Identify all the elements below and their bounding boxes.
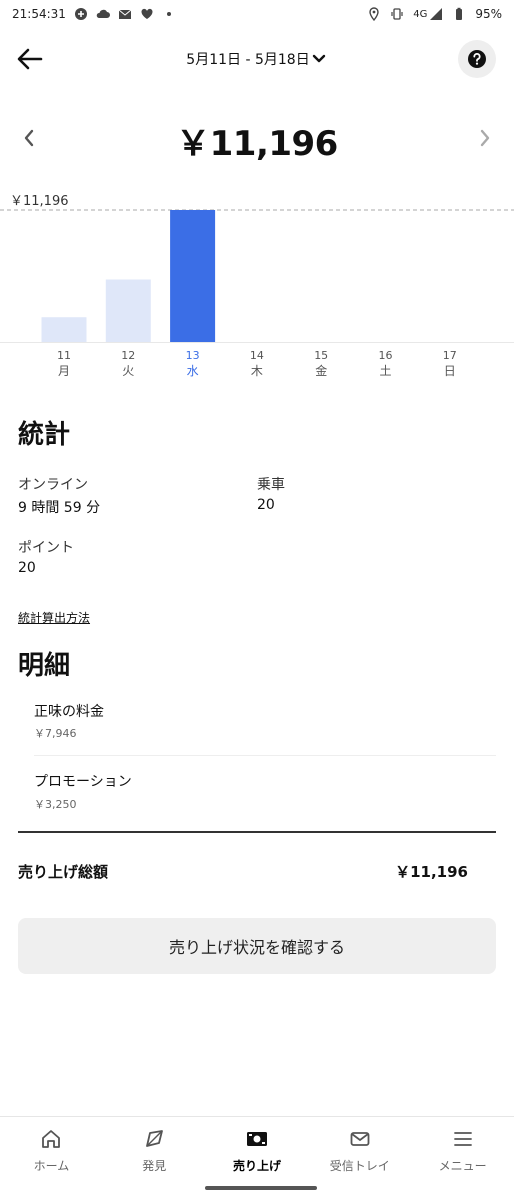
divider xyxy=(34,755,496,756)
breakdown-item-value: ￥3,250 xyxy=(34,798,77,811)
rides-value: 20 xyxy=(257,497,275,513)
mail-icon xyxy=(118,9,132,19)
x-tick-day: 12 xyxy=(121,349,135,362)
battery-level: 95% xyxy=(475,7,502,21)
status-time: 21:54:31 xyxy=(12,7,66,21)
rides-label: 乗車 xyxy=(257,477,285,493)
chart-bar[interactable] xyxy=(170,210,216,342)
breakdown-item-label: プロモーション xyxy=(34,774,132,790)
x-tick-weekday: 月 xyxy=(58,364,70,378)
x-tick-weekday: 金 xyxy=(315,363,327,378)
breakdown-title: 明細 xyxy=(18,651,71,681)
nav-label: ホーム xyxy=(33,1159,70,1173)
stats-method-link[interactable]: 統計算出方法 xyxy=(18,609,90,626)
total-earnings: ￥11,196 xyxy=(176,124,338,164)
view-earnings-status-button[interactable]: 売り上げ状況を確認する xyxy=(18,918,496,974)
nav-home[interactable]: ホーム xyxy=(0,1117,103,1178)
x-tick-weekday: 土 xyxy=(379,364,391,378)
daily-earnings-chart: ￥11,196 11 月 12 火 13 水 14 木 15 金 16 土 17 日 xyxy=(0,188,514,383)
nav-menu[interactable]: メニュー xyxy=(411,1117,514,1178)
max-value-label: ￥11,196 xyxy=(10,194,69,209)
battery-icon xyxy=(456,7,463,20)
chart-bar[interactable] xyxy=(41,317,87,342)
nav-inbox[interactable]: 受信トレイ xyxy=(308,1117,411,1178)
x-tick-day: 16 xyxy=(379,349,393,362)
x-tick-day: 15 xyxy=(314,349,328,362)
chevron-right-icon xyxy=(480,129,490,147)
chart-bar[interactable] xyxy=(105,279,151,342)
heart-icon xyxy=(141,8,153,19)
signal-icon xyxy=(430,8,443,20)
network-type: 4G xyxy=(413,8,428,20)
home-indicator xyxy=(205,1186,317,1190)
x-tick-day: 14 xyxy=(250,349,264,362)
header: 5月11日 - 5月18日 xyxy=(0,36,514,82)
vibrate-icon xyxy=(391,8,403,20)
status-bar: 21:54:31 4G 95% xyxy=(0,0,514,28)
menu-icon xyxy=(451,1127,475,1151)
x-tick-day: 17 xyxy=(443,349,457,362)
earnings-summary: ￥11,196 xyxy=(0,112,514,164)
bottom-navigation: ホーム 発見 売り上げ 受信トレイ メニュー xyxy=(0,1116,514,1178)
bar-chart: ￥11,196 11 月 12 火 13 水 14 木 15金 16 土 17 日 xyxy=(0,194,514,378)
stats-title: 統計 xyxy=(18,420,71,450)
inbox-icon xyxy=(348,1127,372,1151)
nav-discover[interactable]: 発見 xyxy=(103,1117,206,1178)
nav-earnings[interactable]: 売り上げ xyxy=(206,1117,309,1178)
breakdown-item-value: ￥7,946 xyxy=(34,727,77,740)
x-tick-day: 11 xyxy=(57,349,71,362)
breakdown-item-label: 正味の料金 xyxy=(34,704,104,720)
online-label: オンライン xyxy=(18,477,88,493)
compass-icon xyxy=(142,1127,166,1151)
x-tick-weekday: 日 xyxy=(444,364,456,378)
help-button[interactable] xyxy=(458,40,496,78)
online-value: 9 時間 59 分 xyxy=(18,500,101,516)
chevron-down-icon[interactable] xyxy=(310,50,328,68)
total-sales-label: 売り上げ総額 xyxy=(18,863,109,881)
add-chat-icon xyxy=(74,8,87,20)
x-tick-weekday: 水 xyxy=(187,364,199,378)
total-sales-value: ￥11,196 xyxy=(395,863,468,881)
earnings-icon xyxy=(245,1127,269,1151)
nav-label: 発見 xyxy=(142,1159,167,1173)
question-icon xyxy=(468,50,486,68)
x-tick-weekday: 木 xyxy=(251,364,263,378)
nav-label: メニュー xyxy=(438,1159,487,1173)
x-tick-weekday: 火 xyxy=(122,364,134,378)
date-range-selector[interactable]: 5月11日 - 5月18日 xyxy=(0,49,514,69)
nav-label: 受信トレイ xyxy=(329,1159,390,1173)
nav-label: 売り上げ xyxy=(232,1159,281,1173)
x-tick-day: 13 xyxy=(186,349,200,362)
location-icon xyxy=(369,7,379,21)
cloud-icon xyxy=(96,9,110,18)
home-icon xyxy=(39,1127,63,1151)
dot-icon xyxy=(166,12,171,16)
points-value: 20 xyxy=(18,560,36,576)
next-week-button[interactable] xyxy=(470,120,500,156)
total-divider xyxy=(18,831,496,833)
points-label: ポイント xyxy=(18,540,74,556)
